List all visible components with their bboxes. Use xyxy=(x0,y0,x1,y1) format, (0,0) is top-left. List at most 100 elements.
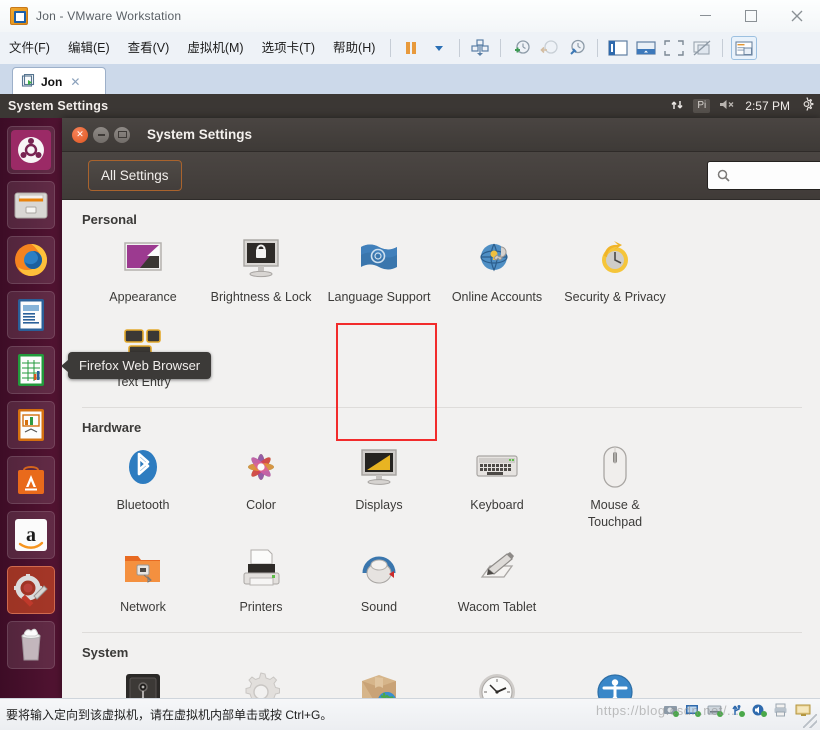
settings-minimize-button[interactable] xyxy=(93,126,109,143)
settings-grid-hardware: Bluetooth Color Displays Keyboard Mouse … xyxy=(62,437,820,624)
snapshot-revert-icon xyxy=(537,37,561,59)
setting-time-date[interactable]: Time & Date xyxy=(438,662,556,698)
menu-help[interactable]: 帮助(H) xyxy=(324,38,384,58)
volume-muted-icon[interactable] xyxy=(719,98,736,114)
launcher-libreoffice-calc[interactable] xyxy=(7,346,55,394)
wacom-tablet-icon xyxy=(473,545,521,593)
close-button[interactable] xyxy=(774,0,820,31)
setting-label: Wacom Tablet xyxy=(457,600,537,614)
setting-label: Online Accounts xyxy=(451,290,543,304)
setting-language-support[interactable]: Language Support xyxy=(320,229,438,314)
svg-text:a: a xyxy=(26,524,36,546)
setting-label: Color xyxy=(246,498,276,512)
appearance-icon xyxy=(119,235,167,283)
setting-label: Keyboard xyxy=(470,498,524,512)
setting-online-accounts[interactable]: Online Accounts xyxy=(438,229,556,314)
settings-maximize-button[interactable] xyxy=(114,126,130,143)
setting-keyboard[interactable]: Keyboard xyxy=(438,437,556,539)
setting-details[interactable]: Details xyxy=(202,662,320,698)
show-thumbnail-bar-icon[interactable] xyxy=(634,37,658,59)
send-ctrl-alt-del-icon[interactable] xyxy=(468,37,492,59)
setting-wacom-tablet[interactable]: Wacom Tablet xyxy=(438,539,556,624)
launcher-amazon[interactable]: a xyxy=(7,511,55,559)
setting-label: Mouse & Touchpad xyxy=(587,498,643,529)
snapshot-manager-icon[interactable] xyxy=(565,37,589,59)
toolbar-separator-4 xyxy=(597,39,599,57)
minimize-button[interactable] xyxy=(682,0,728,31)
menu-edit[interactable]: 编辑(E) xyxy=(59,38,119,58)
launcher-libreoffice-writer[interactable] xyxy=(7,291,55,339)
setting-sound[interactable]: Sound xyxy=(320,539,438,624)
backups-icon xyxy=(119,668,167,698)
color-icon xyxy=(237,443,285,491)
show-sidebar-icon[interactable] xyxy=(606,37,630,59)
setting-displays[interactable]: Displays xyxy=(320,437,438,539)
setting-software-updates[interactable]: Software & Updates xyxy=(320,662,438,698)
tab-close-icon[interactable]: ✕ xyxy=(70,75,80,89)
guest-screen[interactable]: System Settings Pi 2:57 PM a ✕ System Se… xyxy=(0,94,820,698)
setting-mouse-touchpad[interactable]: Mouse & Touchpad xyxy=(556,437,674,539)
setting-universal-access[interactable]: Universal Access xyxy=(556,662,674,698)
menu-view[interactable]: 查看(V) xyxy=(119,38,179,58)
setting-backups[interactable]: Backups xyxy=(84,662,202,698)
system-gear-icon[interactable] xyxy=(799,97,814,115)
unity-launcher: a xyxy=(0,118,62,698)
setting-printers[interactable]: Printers xyxy=(202,539,320,624)
launcher-system-settings[interactable] xyxy=(7,566,55,614)
menu-file[interactable]: 文件(F) xyxy=(0,38,59,58)
software-updates-icon xyxy=(355,668,403,698)
search-input[interactable] xyxy=(736,167,820,184)
input-source-indicator[interactable]: Pi xyxy=(693,99,711,113)
menu-vm[interactable]: 虚拟机(M) xyxy=(178,38,252,58)
vmware-logo-icon xyxy=(10,7,28,25)
mouse-touchpad-icon xyxy=(591,443,639,491)
search-icon xyxy=(717,169,730,182)
fullscreen-icon[interactable] xyxy=(662,37,686,59)
launcher-firefox[interactable] xyxy=(7,236,55,284)
setting-label: Brightness & Lock xyxy=(210,290,312,304)
setting-security-privacy[interactable]: Security & Privacy xyxy=(556,229,674,314)
statusbar-devices xyxy=(663,703,812,718)
toolbar-separator-3 xyxy=(500,39,502,57)
sound-card-icon[interactable] xyxy=(751,703,768,718)
usb-icon[interactable] xyxy=(729,703,746,718)
launcher-libreoffice-impress[interactable] xyxy=(7,401,55,449)
snapshot-take-icon[interactable] xyxy=(509,37,533,59)
setting-color[interactable]: Color xyxy=(202,437,320,539)
tooltip-label: Firefox Web Browser xyxy=(79,358,201,373)
launcher-trash[interactable] xyxy=(7,621,55,669)
pause-icon[interactable] xyxy=(399,37,423,59)
network-up-down-icon[interactable] xyxy=(670,98,684,115)
setting-brightness-lock[interactable]: Brightness & Lock xyxy=(202,229,320,314)
security-privacy-icon xyxy=(591,235,639,283)
settings-search-box[interactable] xyxy=(707,161,820,190)
settings-close-button[interactable]: ✕ xyxy=(72,126,88,143)
maximize-button[interactable] xyxy=(728,0,774,31)
launcher-dash[interactable] xyxy=(7,126,55,174)
launcher-files[interactable] xyxy=(7,181,55,229)
dropdown-arrow-icon[interactable] xyxy=(427,37,451,59)
printers-icon xyxy=(237,545,285,593)
tab-jon[interactable]: Jon ✕ xyxy=(12,67,106,95)
panel-app-title: System Settings xyxy=(8,99,109,113)
menu-tabs[interactable]: 选项卡(T) xyxy=(253,38,324,58)
language-support-icon xyxy=(355,235,403,283)
hard-disk-icon[interactable] xyxy=(663,703,680,718)
resize-grip[interactable] xyxy=(803,714,817,728)
panel-clock[interactable]: 2:57 PM xyxy=(745,99,790,113)
launcher-software-center[interactable] xyxy=(7,456,55,504)
setting-bluetooth[interactable]: Bluetooth xyxy=(84,437,202,539)
universal-access-icon xyxy=(591,668,639,698)
setting-label: Appearance xyxy=(109,290,177,304)
window-title: Jon - VMware Workstation xyxy=(36,9,182,23)
setting-appearance[interactable]: Appearance xyxy=(84,229,202,314)
vmware-tabstrip: Jon ✕ xyxy=(0,64,820,95)
cd-dvd-icon[interactable] xyxy=(707,703,724,718)
console-view-icon[interactable] xyxy=(731,36,758,60)
all-settings-button[interactable]: All Settings xyxy=(88,160,182,191)
unity-mode-icon xyxy=(690,37,714,59)
system-settings-window: ✕ System Settings All Settings Personal … xyxy=(62,118,820,698)
printer-icon[interactable] xyxy=(773,703,790,718)
setting-network[interactable]: Network xyxy=(84,539,202,624)
network-adapter-icon[interactable] xyxy=(685,703,702,718)
